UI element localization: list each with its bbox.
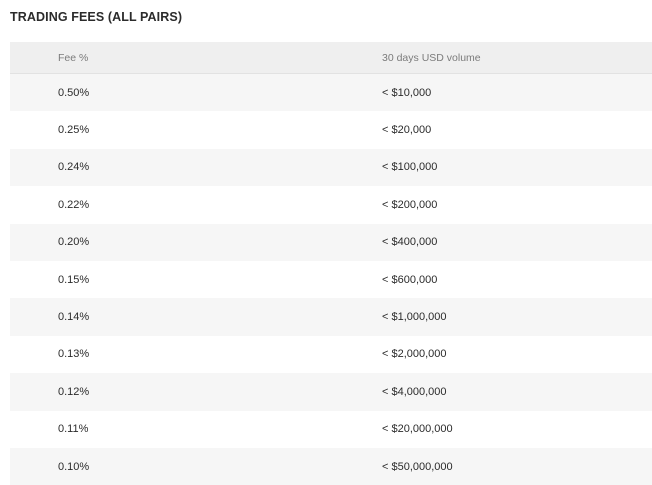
fee-cell: 0.13% [58, 348, 90, 361]
volume-cell: < $400,000 [382, 236, 438, 249]
page-title: TRADING FEES (ALL PAIRS) [10, 10, 183, 24]
volume-cell: < $200,000 [382, 198, 438, 211]
volume-cell: < $4,000,000 [382, 385, 447, 398]
table-row: 0.25% < $20,000 [10, 111, 652, 148]
volume-cell: < $10,000 [382, 86, 432, 99]
table-row: 0.13% < $2,000,000 [10, 336, 652, 373]
fee-cell: 0.10% [58, 460, 90, 473]
table-row: 0.15% < $600,000 [10, 261, 652, 298]
fee-cell: 0.24% [58, 161, 90, 174]
fee-cell: 0.50% [58, 86, 90, 99]
column-header-fee: Fee % [58, 51, 89, 64]
fee-cell: 0.22% [58, 198, 90, 211]
fee-cell: 0.15% [58, 273, 90, 286]
fee-cell: 0.25% [58, 124, 90, 137]
table-row: 0.10% < $50,000,000 [10, 447, 652, 485]
volume-cell: < $600,000 [382, 273, 438, 286]
fee-cell: 0.11% [58, 423, 89, 436]
table-row: 0.50% < $10,000 [10, 74, 652, 112]
table-header-row: Fee % 30 days USD volume [10, 42, 652, 74]
table-row: 0.14% < $1,000,000 [10, 298, 652, 336]
volume-cell: < $50,000,000 [382, 460, 453, 473]
table-row: 0.12% < $4,000,000 [10, 373, 652, 411]
table-row: 0.20% < $400,000 [10, 223, 652, 261]
volume-cell: < $2,000,000 [382, 348, 447, 361]
volume-cell: < $20,000 [382, 124, 432, 137]
fee-cell: 0.14% [58, 311, 90, 324]
column-header-volume: 30 days USD volume [382, 51, 481, 64]
volume-cell: < $1,000,000 [382, 311, 447, 324]
volume-cell: < $100,000 [382, 161, 438, 174]
table-row: 0.24% < $100,000 [10, 148, 652, 187]
fee-cell: 0.12% [58, 385, 90, 398]
table-row: 0.11% < $20,000,000 [10, 411, 652, 448]
table-row: 0.22% < $200,000 [10, 186, 652, 223]
trading-fees-table: Fee % 30 days USD volume 0.50% < $10,000… [10, 42, 652, 485]
volume-cell: < $20,000,000 [382, 423, 453, 436]
fee-cell: 0.20% [58, 236, 90, 249]
